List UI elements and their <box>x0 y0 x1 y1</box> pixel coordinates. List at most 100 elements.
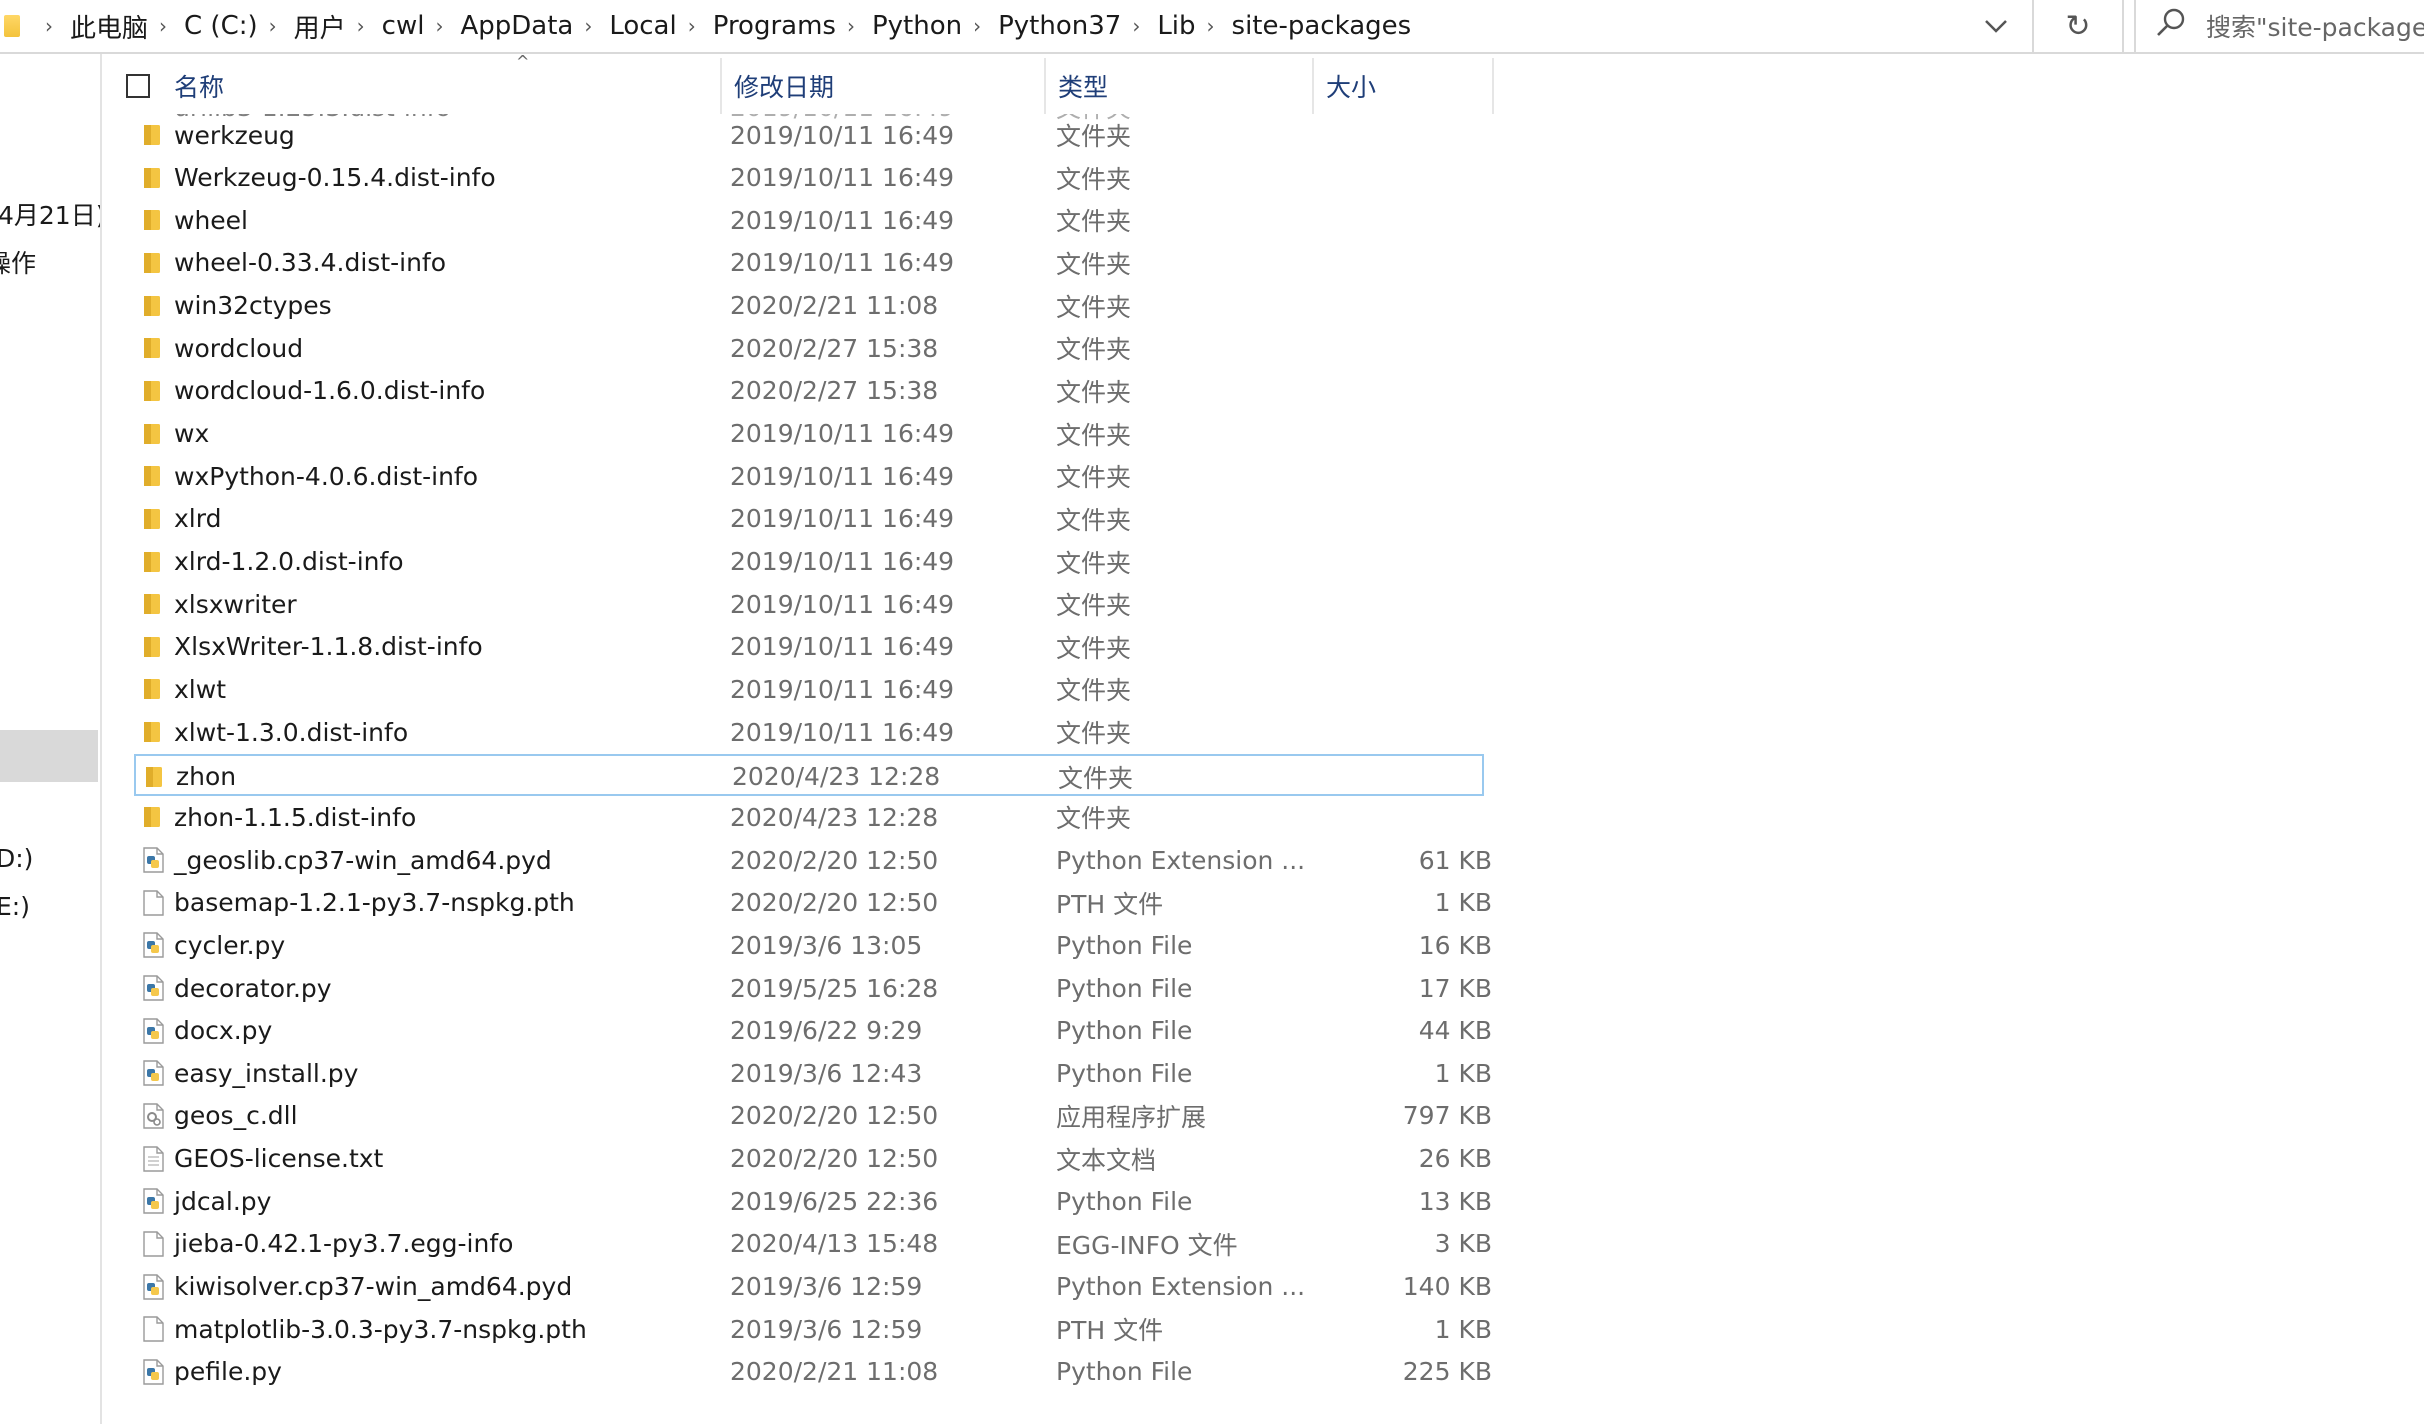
column-type-header[interactable]: 类型 <box>1046 58 1314 114</box>
breadcrumb-item[interactable]: 此电脑 <box>70 8 148 45</box>
nav-item-drive-d[interactable]: D:) <box>0 844 33 873</box>
folder-icon <box>140 633 166 661</box>
chevron-right-icon[interactable]: › <box>579 14 597 38</box>
folder-icon <box>140 718 166 746</box>
file-type: Python File <box>1056 1016 1193 1046</box>
breadcrumb-item[interactable]: Local <box>609 11 676 41</box>
file-name: easy_install.py <box>174 1058 359 1088</box>
file-size: 61 KB <box>1418 845 1492 875</box>
list-item[interactable]: jdcal.py 2019/6/25 22:36 Python File 13 KB <box>134 1180 1492 1222</box>
file-date: 2020/2/20 12:50 <box>730 845 939 875</box>
chevron-right-icon[interactable]: › <box>40 14 58 38</box>
list-item[interactable]: matplotlib-3.0.3-py3.7-nspkg.pth 2019/3/6… <box>134 1308 1492 1350</box>
list-item[interactable]: _geoslib.cp37-win_amd64.pyd 2020/2/20 12:… <box>134 839 1492 881</box>
file-type: 文件夹 <box>1056 676 1132 706</box>
list-item[interactable]: decorator.py 2019/5/25 16:28 Python File 17… <box>134 967 1492 1009</box>
chevron-right-icon[interactable]: › <box>264 14 282 38</box>
folder-icon <box>140 121 166 149</box>
file-size: 1 KB <box>1434 888 1492 918</box>
list-item[interactable]: wordcloud-1.6.0.dist-info 2020/2/27 15:38… <box>134 370 1484 412</box>
file-name: xlrd-1.2.0.dist-info <box>174 547 404 576</box>
nav-selected-item[interactable] <box>0 730 98 782</box>
python-file-icon <box>140 846 166 874</box>
file-type: Python File <box>1056 1058 1193 1088</box>
list-item[interactable]: xlwt 2019/10/11 16:49 文件夹 <box>134 668 1484 710</box>
list-item[interactable]: wheel 2019/10/11 16:49 文件夹 <box>134 199 1484 241</box>
list-item[interactable]: wheel-0.33.4.dist-info 2019/10/11 16:49 文件… <box>134 242 1484 284</box>
list-item[interactable]: xlsxwriter 2019/10/11 16:49 文件夹 <box>134 583 1484 625</box>
list-item[interactable]: wx 2019/10/11 16:49 文件夹 <box>134 413 1484 455</box>
list-item[interactable]: docx.py 2019/6/22 9:29 Python File 44 KB <box>134 1010 1492 1052</box>
folder-icon <box>140 164 166 192</box>
file-date: 2020/2/20 12:50 <box>730 888 939 918</box>
list-item[interactable]: zhon 2020/4/23 12:28 文件夹 <box>134 753 1484 796</box>
list-item[interactable]: XlsxWriter-1.1.8.dist-info 2019/10/11 16:… <box>134 626 1484 668</box>
list-item[interactable]: wordcloud 2020/2/27 15:38 文件夹 <box>134 327 1484 369</box>
chevron-right-icon[interactable]: › <box>1202 14 1220 38</box>
breadcrumb-item[interactable]: Programs <box>713 11 836 41</box>
list-item[interactable]: easy_install.py 2019/3/6 12:43 Python File… <box>134 1052 1492 1094</box>
chevron-right-icon[interactable]: › <box>683 14 701 38</box>
nav-item-quick-access-date[interactable]: 4月21日) <box>0 196 100 232</box>
chevron-right-icon[interactable]: › <box>968 14 986 38</box>
list-item[interactable]: Werkzeug-0.15.4.dist-info 2019/10/11 16:4… <box>134 157 1484 199</box>
python-file-icon <box>140 1358 166 1386</box>
breadcrumb-item[interactable]: Python <box>872 11 962 41</box>
file-type: Python File <box>1056 1186 1193 1216</box>
breadcrumb-item[interactable]: AppData <box>460 11 573 41</box>
file-type: Python File <box>1056 973 1193 1003</box>
search-placeholder: 搜索"site-packages" <box>2206 13 2424 42</box>
chevron-right-icon[interactable]: › <box>1127 14 1145 38</box>
select-all-checkbox[interactable] <box>126 74 150 98</box>
file-type: Python File <box>1056 930 1193 960</box>
file-type: 文件夹 <box>1056 292 1132 322</box>
column-name-header[interactable]: 名称 <box>162 58 722 114</box>
chevron-right-icon[interactable]: › <box>842 14 860 38</box>
list-item[interactable]: basemap-1.2.1-py3.7-nspkg.pth 2020/2/20 1… <box>134 882 1492 924</box>
nav-item-operation[interactable]: 操作 <box>0 244 36 280</box>
list-item[interactable]: wxPython-4.0.6.dist-info 2019/10/11 16:49… <box>134 455 1484 497</box>
file-size <box>1312 583 1492 625</box>
list-item[interactable]: xlrd-1.2.0.dist-info 2019/10/11 16:49 文件夹 <box>134 541 1484 583</box>
list-item[interactable]: geos_c.dll 2020/2/20 12:50 应用程序扩展 797 KB <box>134 1095 1492 1137</box>
address-bar: › 此电脑 › C (C:) › 用户 › cwl › AppData › Local › Program… <box>0 0 2424 54</box>
navigation-pane[interactable]: 4月21日) 操作 D:) E:) <box>0 54 102 1424</box>
breadcrumb: › 此电脑 › C (C:) › 用户 › cwl › AppData › Local › Program… <box>0 0 2028 52</box>
column-size-header[interactable]: 大小 <box>1314 58 1494 114</box>
column-size-label: 大小 <box>1326 73 1377 102</box>
breadcrumb-item[interactable]: site-packages <box>1232 11 1412 41</box>
file-name: xlrd <box>174 504 222 534</box>
breadcrumb-item[interactable]: C (C:) <box>184 11 258 41</box>
list-item[interactable]: cycler.py 2019/3/6 13:05 Python File 16 KB <box>134 924 1492 966</box>
list-item[interactable]: jieba-0.42.1-py3.7.egg-info 2020/4/13 15:… <box>134 1223 1492 1265</box>
file-type: 文件夹 <box>1056 719 1132 749</box>
chevron-right-icon[interactable]: › <box>154 14 172 38</box>
chevron-right-icon[interactable]: › <box>430 14 448 38</box>
refresh-button[interactable]: ↻ <box>2032 0 2124 52</box>
list-item[interactable]: xlwt-1.3.0.dist-info 2019/10/11 16:49 文件夹 <box>134 711 1484 753</box>
folder-icon <box>140 292 166 320</box>
file-name: decorator.py <box>174 973 332 1003</box>
chevron-down-icon[interactable] <box>1972 6 2020 46</box>
breadcrumb-item[interactable]: 用户 <box>294 8 346 45</box>
list-item[interactable]: zhon-1.1.5.dist-info 2020/4/23 12:28 文件夹 <box>134 796 1484 838</box>
list-item[interactable]: win32ctypes 2020/2/21 11:08 文件夹 <box>134 285 1484 327</box>
file-type: 文本文档 <box>1056 1145 1157 1175</box>
chevron-right-icon[interactable]: › <box>352 14 370 38</box>
file-type: 文件夹 <box>1056 420 1132 450</box>
list-item[interactable]: GEOS-license.txt 2020/2/20 12:50 文本文档 26 KB <box>134 1138 1492 1180</box>
breadcrumb-item[interactable]: cwl <box>382 11 425 41</box>
breadcrumb-item[interactable]: Python37 <box>998 11 1121 41</box>
nav-item-drive-e[interactable]: E:) <box>0 892 30 921</box>
search-input[interactable]: 搜索"site-packages" <box>2134 0 2424 52</box>
sort-ascending-icon: ^ <box>516 52 530 71</box>
list-item[interactable]: xlrd 2019/10/11 16:49 文件夹 <box>134 498 1484 540</box>
folder-icon <box>4 15 20 37</box>
column-date-header[interactable]: 修改日期 <box>722 58 1046 114</box>
file-date: 2019/10/11 16:49 <box>730 504 955 534</box>
breadcrumb-item[interactable]: Lib <box>1157 11 1195 41</box>
list-item[interactable]: werkzeug 2019/10/11 16:49 文件夹 <box>134 114 1484 156</box>
list-item[interactable]: pefile.py 2020/2/21 11:08 Python File 225 K… <box>134 1351 1492 1393</box>
file-list[interactable]: urllib3-1.25.3.dist-info 2019/10/11 16:4… <box>102 114 1492 1424</box>
list-item[interactable]: kiwisolver.cp37-win_amd64.pyd 2019/3/6 12… <box>134 1266 1492 1308</box>
